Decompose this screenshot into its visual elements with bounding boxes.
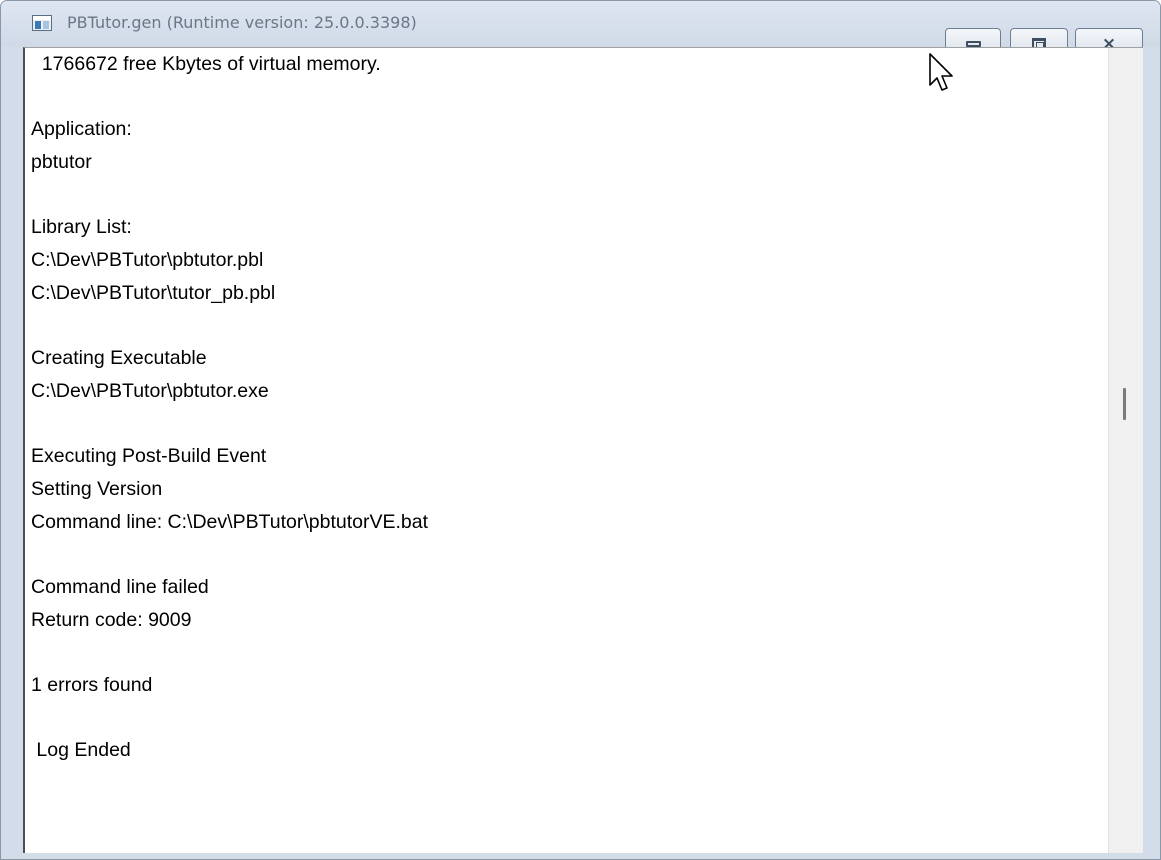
log-lines: 1766672 free Kbytes of virtual memory. Ap…	[31, 48, 1111, 767]
log-blank-line	[31, 310, 1111, 343]
log-line: C:\Dev\PBTutor\pbtutor.exe	[31, 379, 269, 402]
window-app-icon[interactable]	[32, 15, 52, 31]
log-blank-line	[31, 538, 1111, 571]
window-title: PBTutor.gen (Runtime version: 25.0.0.339…	[67, 13, 417, 32]
log-line: Command line: C:\Dev\PBTutor\pbtutorVE.b…	[31, 510, 429, 533]
title-bar[interactable]: PBTutor.gen (Runtime version: 25.0.0.339…	[1, 1, 1160, 61]
app-icon-pane	[43, 21, 49, 29]
log-output-area[interactable]: 1766672 free Kbytes of virtual memory. Ap…	[23, 47, 1143, 853]
log-blank-line	[31, 702, 1111, 735]
log-line: Setting Version	[31, 477, 163, 500]
log-line: 1 errors found	[31, 674, 153, 697]
log-line: Library List:	[31, 216, 132, 239]
app-icon-pane	[35, 21, 41, 29]
log-line: Application:	[31, 118, 132, 141]
log-line: C:\Dev\PBTutor\tutor_pb.pbl	[31, 281, 276, 304]
log-line: Log Ended	[31, 739, 131, 762]
app-window: PBTutor.gen (Runtime version: 25.0.0.339…	[0, 0, 1161, 860]
log-blank-line	[31, 636, 1111, 669]
log-line: C:\Dev\PBTutor\pbtutor.pbl	[31, 249, 264, 272]
log-line: Command line failed	[31, 576, 209, 598]
log-line: pbtutor	[31, 151, 92, 174]
log-blank-line	[31, 408, 1111, 441]
vertical-scrollbar[interactable]	[1108, 48, 1143, 853]
mouse-cursor-icon	[929, 53, 953, 91]
log-blank-line	[31, 179, 1111, 212]
log-line: Creating Executable	[31, 347, 207, 370]
log-line: Return code: 9009	[31, 608, 192, 631]
window-bottom-border	[1, 853, 1160, 859]
log-line: Executing Post-Build Event	[31, 445, 267, 468]
scrollbar-thumb[interactable]	[1123, 388, 1126, 420]
